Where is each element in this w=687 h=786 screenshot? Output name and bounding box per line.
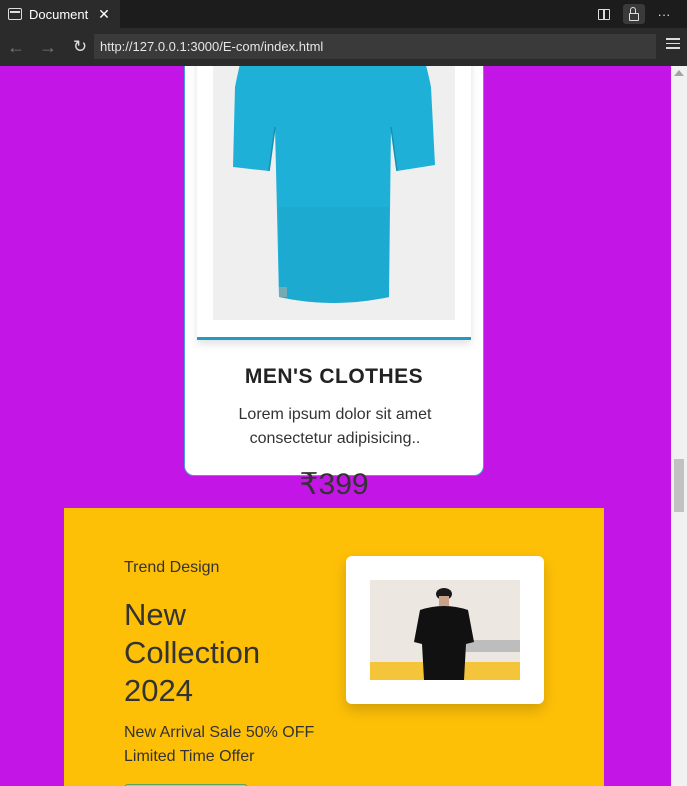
lock-icon: [629, 6, 639, 21]
product-price: ₹399: [299, 468, 369, 501]
tab-bar: Document ✕ ···: [0, 0, 687, 28]
model-photo-icon: [370, 580, 520, 680]
product-title: MEN'S CLOTHES: [244, 365, 424, 388]
lock-button[interactable]: [623, 4, 645, 24]
url-input[interactable]: http://127.0.0.1:3000/E-com/index.html: [94, 34, 656, 59]
promo-banner: Trend Design New Collection 2024 New Arr…: [64, 508, 604, 786]
vertical-scrollbar[interactable]: [671, 66, 687, 786]
forward-button[interactable]: →: [32, 32, 64, 62]
banner-sale-text: New Arrival Sale 50% OFF Limited Time Of…: [124, 724, 315, 765]
split-view-icon: [598, 8, 610, 20]
more-options-button[interactable]: ···: [653, 4, 675, 24]
product-description: Lorem ipsum dolor sit amet consectetur a…: [238, 406, 432, 447]
close-tab-icon[interactable]: ✕: [94, 6, 114, 23]
arrow-left-icon: ←: [7, 36, 25, 57]
tab-title: Document: [29, 6, 89, 22]
tshirt-icon: [233, 66, 435, 303]
model-photo: [370, 580, 520, 680]
scroll-thumb[interactable]: [674, 459, 684, 512]
banner-eyebrow: Trend Design: [124, 559, 220, 576]
split-view-button[interactable]: [593, 4, 615, 24]
address-bar-row: ← → ↻ http://127.0.0.1:3000/E-com/index.…: [0, 28, 687, 66]
product-card[interactable]: MEN'S CLOTHES Lorem ipsum dolor sit amet…: [184, 66, 484, 501]
arrow-right-icon: →: [39, 36, 57, 57]
tshirt-image: [213, 66, 455, 320]
scroll-up-icon[interactable]: [674, 70, 684, 76]
product-image-frame: [197, 66, 471, 340]
back-button[interactable]: ←: [0, 32, 32, 62]
reload-icon: ↻: [72, 37, 88, 56]
page-icon: [8, 8, 22, 20]
banner-photo-card: [346, 556, 544, 704]
banner-heading: New Collection 2024: [124, 597, 261, 708]
page-viewport: MEN'S CLOTHES Lorem ipsum dolor sit amet…: [0, 66, 671, 786]
browser-tab[interactable]: Document ✕: [0, 0, 120, 28]
window-controls: ···: [593, 4, 675, 24]
menu-button[interactable]: [666, 38, 680, 52]
reload-button[interactable]: ↻: [64, 32, 96, 62]
